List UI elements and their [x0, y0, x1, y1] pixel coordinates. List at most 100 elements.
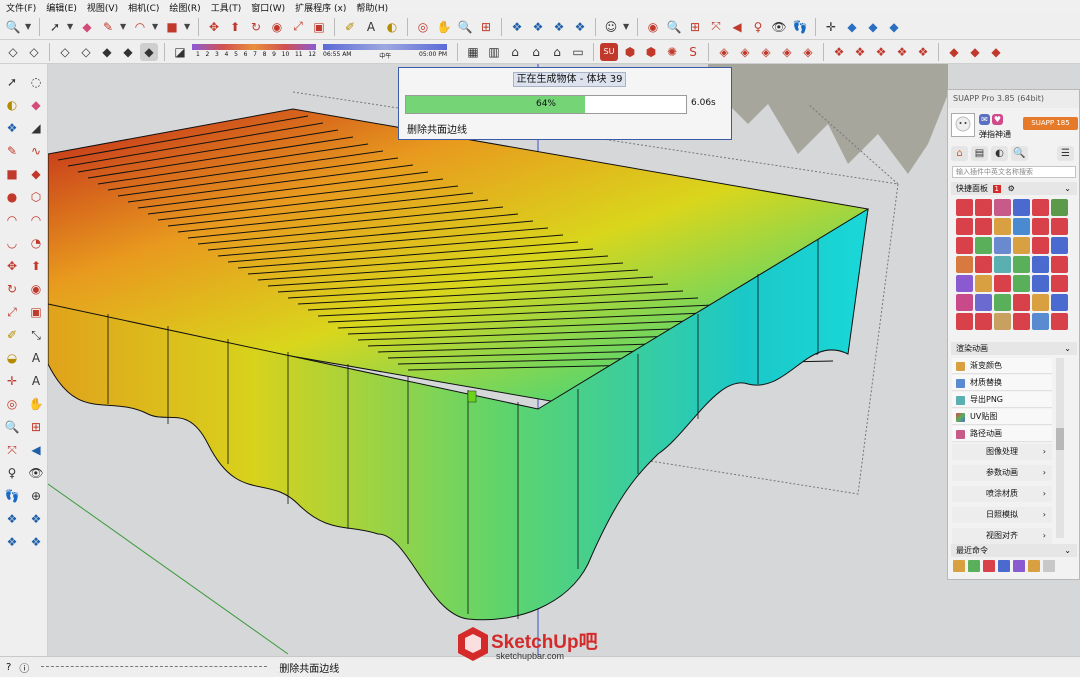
plugin-tool-icon[interactable] — [956, 256, 973, 273]
rotated-rectangle-icon[interactable]: ◆ — [26, 164, 46, 184]
plugin-tool-icon[interactable] — [1032, 218, 1049, 235]
plugin-icon[interactable]: ❖ — [830, 43, 848, 61]
plugin-tool-icon[interactable] — [956, 313, 973, 330]
zoom-window-icon[interactable]: ⊞ — [477, 18, 495, 36]
position-camera-icon[interactable]: ♀ — [749, 18, 767, 36]
wireframe-icon[interactable]: ◇ — [56, 43, 74, 61]
look-around-icon[interactable]: 👁 — [770, 18, 788, 36]
sandbox-icon[interactable]: ❖ — [26, 532, 46, 552]
pan-icon[interactable]: ✋ — [26, 394, 46, 414]
menu-tools[interactable]: 工具(T) — [211, 1, 242, 14]
warehouse-icon[interactable]: ⌂ — [506, 43, 524, 61]
zoom-window-icon[interactable]: ⊞ — [26, 417, 46, 437]
plugin-tool-icon[interactable] — [975, 199, 992, 216]
3d-text-icon[interactable]: A — [26, 371, 46, 391]
profile-icon[interactable]: ✉ — [979, 114, 990, 125]
panel-scrollbar[interactable] — [1056, 358, 1064, 538]
plugin-tool-icon[interactable] — [975, 294, 992, 311]
plugin-tool-icon[interactable] — [1013, 313, 1030, 330]
plugin-icon[interactable]: ❖ — [893, 43, 911, 61]
tag-icon[interactable]: ◢ — [26, 118, 46, 138]
recent-command-icon[interactable] — [968, 560, 980, 572]
plugin-tool-icon[interactable] — [975, 237, 992, 254]
plugin-tool-icon[interactable] — [956, 275, 973, 292]
xray-icon[interactable]: ◇ — [4, 43, 22, 61]
recent-command-icon[interactable] — [1043, 560, 1055, 572]
position-camera-icon[interactable]: ♀ — [2, 463, 22, 483]
plugin-icon[interactable]: ❖ — [872, 43, 890, 61]
shadow-time-slider[interactable]: 06:55 AM 中午 05:00 PM — [323, 41, 451, 63]
plugin-tool-icon[interactable] — [994, 237, 1011, 254]
plugin-icon[interactable]: ✺ — [663, 43, 681, 61]
tape-measure-icon[interactable]: ✐ — [2, 325, 22, 345]
previous-view-icon[interactable]: ◀ — [728, 18, 746, 36]
recent-command-icon[interactable] — [983, 560, 995, 572]
rectangle-icon[interactable]: ■ — [2, 164, 22, 184]
chevron-down-icon[interactable]: ▼ — [120, 22, 128, 31]
search-tab-icon[interactable]: 🔍 — [1011, 146, 1028, 161]
plugin-tool-icon[interactable] — [956, 218, 973, 235]
chevron-down-icon[interactable]: ⌄ — [1064, 342, 1071, 355]
recent-command-icon[interactable] — [998, 560, 1010, 572]
textured-icon[interactable]: ◆ — [119, 43, 137, 61]
polygon-icon[interactable]: ⬡ — [26, 187, 46, 207]
dimension-icon[interactable]: ⤡ — [26, 325, 46, 345]
plugin-tool-icon[interactable] — [994, 218, 1011, 235]
shadow-date-slider[interactable]: 1 2 3 4 5 6 7 8 9 10 11 12 — [192, 41, 320, 63]
submenu-spray-material[interactable]: 喷涂材质 › — [952, 486, 1052, 502]
menu-item-material-replace[interactable]: 材质替换 — [952, 375, 1052, 391]
sandbox-icon[interactable]: ❖ — [550, 18, 568, 36]
plugin-tool-icon[interactable] — [1032, 275, 1049, 292]
shaded-icon[interactable]: ◆ — [98, 43, 116, 61]
plugin-icon[interactable]: ◈ — [778, 43, 796, 61]
plugin-tool-icon[interactable] — [994, 275, 1011, 292]
menu-item-uv-map[interactable]: UV贴图 — [952, 409, 1052, 425]
plugin-tool-icon[interactable] — [1051, 218, 1068, 235]
library-tab-icon[interactable]: ▤ — [971, 146, 988, 161]
eraser-icon[interactable]: ◆ — [26, 95, 46, 115]
lasso-icon[interactable]: ◌ — [26, 72, 46, 92]
plugin-icon[interactable]: ⬢ — [642, 43, 660, 61]
menu-edit[interactable]: 编辑(E) — [46, 1, 77, 14]
view-front-icon[interactable]: ◆ — [885, 18, 903, 36]
sandbox-icon[interactable]: ❖ — [2, 509, 22, 529]
text-icon[interactable]: A — [362, 18, 380, 36]
model-viewport[interactable] — [48, 64, 1080, 656]
pencil-icon[interactable]: ✎ — [99, 18, 117, 36]
user-icon[interactable]: ☺ — [602, 18, 620, 36]
extension-warehouse-icon[interactable]: ⌂ — [548, 43, 566, 61]
eraser-icon[interactable]: ◆ — [78, 18, 96, 36]
plugin-tool-icon[interactable] — [994, 199, 1011, 216]
move-icon[interactable]: ✥ — [2, 256, 22, 276]
chevron-down-icon[interactable]: ▼ — [25, 22, 33, 31]
plugin-tool-icon[interactable] — [994, 313, 1011, 330]
pencil-icon[interactable]: ✎ — [2, 141, 22, 161]
plugin-icon[interactable]: ◆ — [987, 43, 1005, 61]
plugin-icon[interactable]: ◆ — [966, 43, 984, 61]
plugin-tool-icon[interactable] — [1051, 294, 1068, 311]
plugin-icon[interactable]: ❖ — [851, 43, 869, 61]
anim-section-header[interactable]: 渲染动画 ⌄ — [951, 342, 1077, 355]
pan-icon[interactable]: ✋ — [435, 18, 453, 36]
orbit-icon[interactable]: ◎ — [414, 18, 432, 36]
plugin-tool-icon[interactable] — [1051, 199, 1068, 216]
sandbox-icon[interactable]: ❖ — [529, 18, 547, 36]
menu-view[interactable]: 视图(V) — [87, 1, 118, 14]
submenu-view-align[interactable]: 视图对齐 › — [952, 528, 1052, 544]
section-cut-icon[interactable]: ▥ — [485, 43, 503, 61]
axes-icon[interactable]: ✛ — [2, 371, 22, 391]
plugin-tool-icon[interactable] — [1013, 218, 1030, 235]
hidden-line-icon[interactable]: ◇ — [77, 43, 95, 61]
sandbox-icon[interactable]: ❖ — [2, 532, 22, 552]
plugin-icon[interactable]: ◆ — [945, 43, 963, 61]
chevron-down-icon[interactable]: ▼ — [184, 22, 192, 31]
offset-icon[interactable]: ▣ — [310, 18, 328, 36]
plugin-tool-icon[interactable] — [975, 275, 992, 292]
plugin-tool-icon[interactable] — [975, 256, 992, 273]
plugin-tool-icon[interactable] — [1051, 275, 1068, 292]
orbit-icon[interactable]: ◎ — [2, 394, 22, 414]
push-pull-icon[interactable]: ⬆ — [26, 256, 46, 276]
arc-3pt-icon[interactable]: ◡ — [2, 233, 22, 253]
chevron-down-icon[interactable]: ⌄ — [1064, 182, 1071, 195]
zoom-icon[interactable]: 🔍 — [2, 417, 22, 437]
